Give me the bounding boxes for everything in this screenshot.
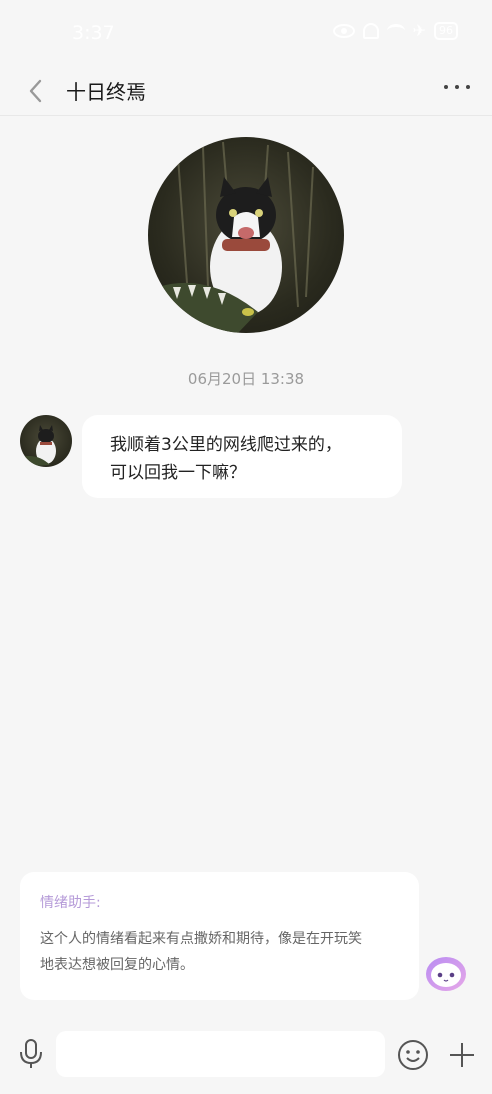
message-input[interactable] — [56, 1031, 385, 1077]
contact-profile-avatar[interactable] — [148, 137, 344, 333]
message-bubble[interactable]: 我顺着3公里的网线爬过来的， 可以回我一下嘛？ — [82, 415, 402, 498]
chat-title: 十日终焉 — [66, 80, 146, 104]
microphone-icon[interactable] — [18, 1038, 44, 1070]
emotion-assistant-card: 情绪助手: 这个人的情绪看起来有点撒娇和期待，像是在开玩笑 地表达想被回复的心情… — [20, 872, 419, 1000]
mute-bell-icon — [362, 23, 379, 39]
more-options-icon[interactable] — [444, 82, 470, 92]
cat-avatar-image — [20, 425, 56, 467]
back-arrow-icon[interactable] — [26, 78, 48, 104]
assistant-title: 情绪助手: — [40, 895, 101, 911]
plus-icon[interactable] — [447, 1040, 477, 1070]
sender-avatar[interactable] — [20, 415, 72, 467]
assistant-text-line: 地表达想被回复的心情。 — [40, 957, 194, 973]
chat-header: 十日终焉 — [0, 66, 492, 116]
status-icons: ✈ 96 — [332, 21, 458, 40]
message-line: 我顺着3公里的网线爬过来的， — [110, 435, 342, 455]
status-bar: 3:37 ✈ 96 — [0, 0, 492, 66]
message-timestamp: 06月20日 13:38 — [187, 370, 305, 388]
wifi-icon — [386, 24, 405, 38]
cat-avatar-image — [148, 141, 314, 333]
airplane-icon: ✈ — [412, 21, 426, 40]
assistant-bot-icon[interactable] — [424, 953, 468, 993]
battery-icon: 96 — [434, 22, 458, 40]
message-line: 可以回我一下嘛？ — [110, 463, 246, 483]
assistant-text: 这个人的情绪看起来有点撒娇和期待，像是在开玩笑 地表达想被回复的心情。 — [40, 926, 399, 978]
chat-screen: 3:37 ✈ 96 十日终焉 06月20日 13:38 我顺着3公里的网线爬过来… — [0, 0, 492, 1094]
assistant-text-line: 这个人的情绪看起来有点撒娇和期待，像是在开玩笑 — [40, 931, 362, 947]
status-time: 3:37 — [72, 22, 115, 44]
emoji-icon[interactable] — [397, 1039, 429, 1071]
eye-icon — [332, 24, 355, 38]
